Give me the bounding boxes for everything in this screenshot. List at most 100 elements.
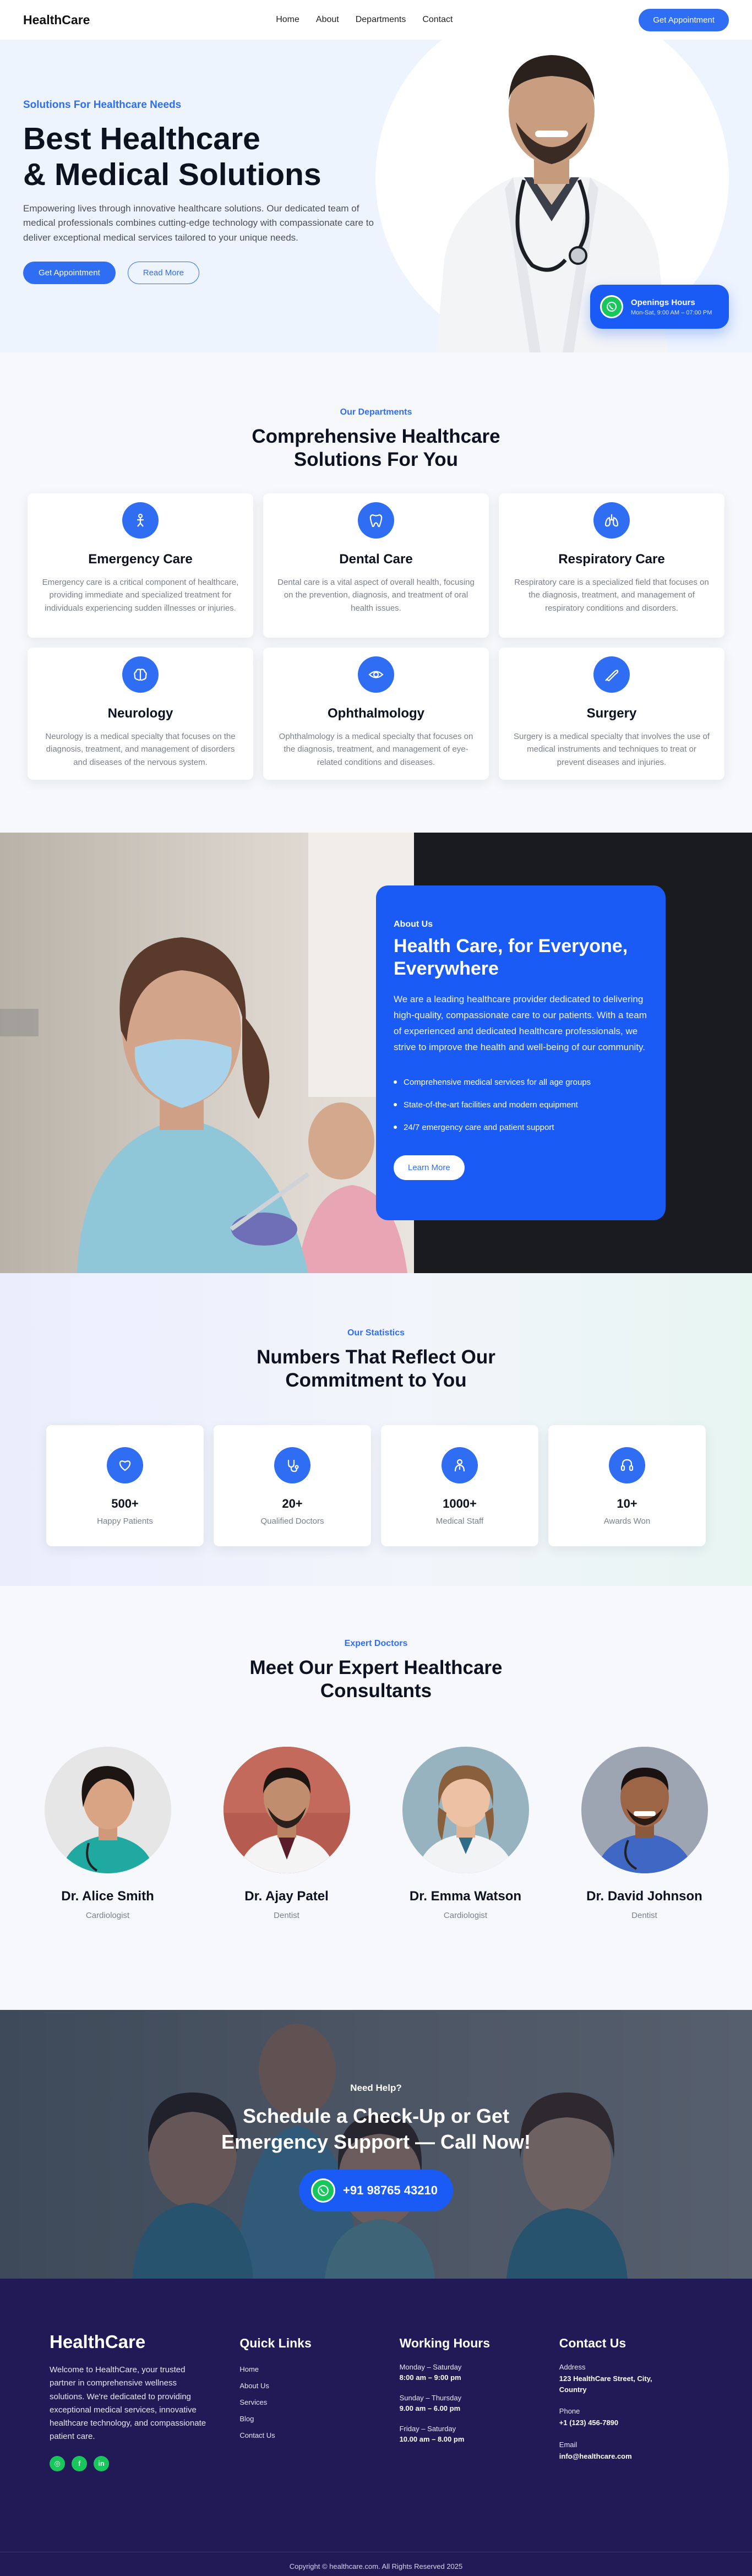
hero-read-more-button[interactable]: Read More <box>127 261 199 284</box>
departments-section: Our Departments Comprehensive Healthcare… <box>0 352 752 833</box>
doctor-card[interactable]: Dr. Emma Watson Cardiologist <box>402 1747 529 1920</box>
stats-kicker: Our Statistics <box>347 1328 405 1338</box>
dept-card-surgery[interactable]: Surgery Surgery is a medical specialty t… <box>499 648 724 780</box>
eye-icon <box>358 656 394 693</box>
hero-content: Solutions For Healthcare Needs Best Heal… <box>23 99 386 284</box>
nav-link-about[interactable]: About <box>316 15 339 25</box>
hero-description: Empowering lives through innovative heal… <box>23 203 374 243</box>
dept-card-respiratory[interactable]: Respiratory Care Respiratory care is a s… <box>499 493 724 638</box>
heart-hand-icon <box>107 1447 143 1483</box>
doctor-avatar <box>223 1747 350 1873</box>
dept-name: Emergency Care <box>88 552 193 567</box>
cta-content: Need Help? Schedule a Check-Up or Get Em… <box>0 2010 752 2211</box>
scalpel-icon <box>593 656 630 693</box>
departments-kicker: Our Departments <box>340 407 412 417</box>
dept-card-ophthalmology[interactable]: Ophthalmology Ophthalmology is a medical… <box>263 648 489 780</box>
stat-value: 500+ <box>111 1497 139 1510</box>
footer-link-contact[interactable]: Contact Us <box>239 2431 399 2439</box>
footer-logo[interactable]: HealthCare <box>50 2332 239 2352</box>
doctor-card[interactable]: Dr. Alice Smith Cardiologist <box>44 1747 171 1920</box>
footer-link-about[interactable]: About Us <box>239 2382 399 2390</box>
stat-label: Happy Patients <box>97 1517 153 1526</box>
facebook-icon[interactable]: f <box>72 2455 87 2471</box>
dept-card-dental[interactable]: Dental Care Dental care is a vital aspec… <box>263 493 489 638</box>
contact-phone-value[interactable]: +1 (123) 456-7890 <box>559 2417 719 2428</box>
stethoscope-icon <box>274 1447 310 1483</box>
dept-card-neurology[interactable]: Neurology Neurology is a medical special… <box>28 648 253 780</box>
nav-appointment-button[interactable]: Get Appointment <box>639 8 729 31</box>
about-text: We are a leading healthcare provider ded… <box>394 993 647 1053</box>
stat-value: 20+ <box>282 1497 303 1510</box>
team-title-line2: Consultants <box>320 1680 432 1702</box>
footer-quick-links: Home About Us Services Blog Contact Us <box>239 2365 399 2439</box>
dept-card-emergency[interactable]: Emergency Care Emergency care is a criti… <box>28 493 253 638</box>
doctor-card[interactable]: Dr. David Johnson Dentist <box>581 1747 708 1920</box>
contact-email-label: Email <box>559 2440 577 2449</box>
learn-more-button[interactable]: Learn More <box>394 1155 465 1180</box>
dept-name: Surgery <box>586 706 637 721</box>
about-title: Health Care, for Everyone, Everywhere <box>394 935 648 980</box>
contact-email: Email info@healthcare.com <box>559 2441 719 2462</box>
bullet-icon <box>394 1080 397 1084</box>
doctor-name: Dr. Emma Watson <box>409 1889 522 1904</box>
statistics-section: Our Statistics Numbers That Reflect Our … <box>0 1273 752 1586</box>
call-phone-number: +91 98765 43210 <box>343 2183 438 2197</box>
about-card: About Us Health Care, for Everyone, Ever… <box>376 885 666 1220</box>
cta-title-line1: Schedule a Check-Up or Get <box>242 2105 510 2127</box>
about-title-line2: Everywhere <box>394 958 499 979</box>
dept-name: Ophthalmology <box>328 706 424 721</box>
site-logo[interactable]: HealthCare <box>23 13 90 28</box>
contact-phone: Phone +1 (123) 456-7890 <box>559 2407 719 2428</box>
dept-desc: Emergency care is a critical component o… <box>42 578 239 613</box>
hours-time: 8:00 am – 9:00 pm <box>399 2373 461 2382</box>
hero-buttons: Get Appointment Read More <box>23 261 386 284</box>
instagram-icon[interactable]: ◎ <box>50 2455 65 2471</box>
stat-card-staff: 1000+ Medical Staff <box>381 1425 538 1546</box>
site-footer: HealthCare Welcome to HealthCare, your t… <box>0 2279 752 2576</box>
stat-card-awards: 10+ Awards Won <box>548 1425 706 1546</box>
about-section: About Us Health Care, for Everyone, Ever… <box>0 833 752 1273</box>
about-title-line1: Health Care, for Everyone, <box>394 936 628 957</box>
about-points: Comprehensive medical services for all a… <box>394 1078 648 1132</box>
emergency-icon <box>122 502 159 539</box>
team-section: Expert Doctors Meet Our Expert Healthcar… <box>0 1586 752 2010</box>
footer-hours-title: Working Hours <box>399 2336 490 2350</box>
cta-title: Schedule a Check-Up or Get Emergency Sup… <box>0 2104 752 2155</box>
footer-quick-links-title: Quick Links <box>239 2336 312 2350</box>
doctor-card[interactable]: Dr. Ajay Patel Dentist <box>223 1747 350 1920</box>
contact-address: Address 123 HealthCare Street, City, Cou… <box>559 2363 719 2395</box>
dept-name: Respiratory Care <box>558 552 665 567</box>
opening-hours-title: Openings Hours <box>631 297 695 307</box>
top-nav: HealthCare Home About Departments Contac… <box>0 0 752 40</box>
doctor-role: Dentist <box>274 1911 299 1920</box>
doctor-avatar <box>402 1747 529 1873</box>
hero-title-line1: Best Healthcare <box>23 121 260 156</box>
doctor-avatar <box>44 1747 171 1873</box>
hours-time: 9.00 am – 6.00 pm <box>399 2404 461 2412</box>
dept-name: Dental Care <box>339 552 413 567</box>
nav-link-home[interactable]: Home <box>276 15 299 25</box>
nav-link-contact[interactable]: Contact <box>422 15 453 25</box>
hero-title: Best Healthcare & Medical Solutions <box>23 121 386 193</box>
nav-link-departments[interactable]: Departments <box>356 15 406 25</box>
cta-kicker: Need Help? <box>350 2083 402 2093</box>
dept-desc: Dental care is a vital aspect of overall… <box>277 578 475 613</box>
opening-hours-value: Mon-Sat, 9:00 AM – 07:00 PM <box>631 309 712 316</box>
footer-link-home[interactable]: Home <box>239 2365 399 2373</box>
linkedin-icon[interactable]: in <box>94 2455 109 2471</box>
contact-phone-label: Phone <box>559 2407 580 2415</box>
stat-value: 1000+ <box>443 1497 477 1510</box>
tooth-icon <box>358 502 394 539</box>
stat-label: Qualified Doctors <box>260 1517 324 1526</box>
stat-card-doctors: 20+ Qualified Doctors <box>214 1425 371 1546</box>
hero-appointment-button[interactable]: Get Appointment <box>23 261 116 284</box>
call-now-button[interactable]: +91 98765 43210 <box>299 2169 453 2211</box>
hours-days: Sunday – Thursday <box>399 2394 462 2402</box>
team-grid: Dr. Alice Smith Cardiologist Dr. Ajay Pa… <box>0 1747 752 1920</box>
dept-name: Neurology <box>107 706 173 721</box>
footer-link-services[interactable]: Services <box>239 2398 399 2406</box>
footer-columns: HealthCare Welcome to HealthCare, your t… <box>50 2332 719 2471</box>
departments-title-line1: Comprehensive Healthcare <box>252 426 500 447</box>
contact-email-value[interactable]: info@healthcare.com <box>559 2451 719 2462</box>
footer-link-blog[interactable]: Blog <box>239 2415 399 2423</box>
